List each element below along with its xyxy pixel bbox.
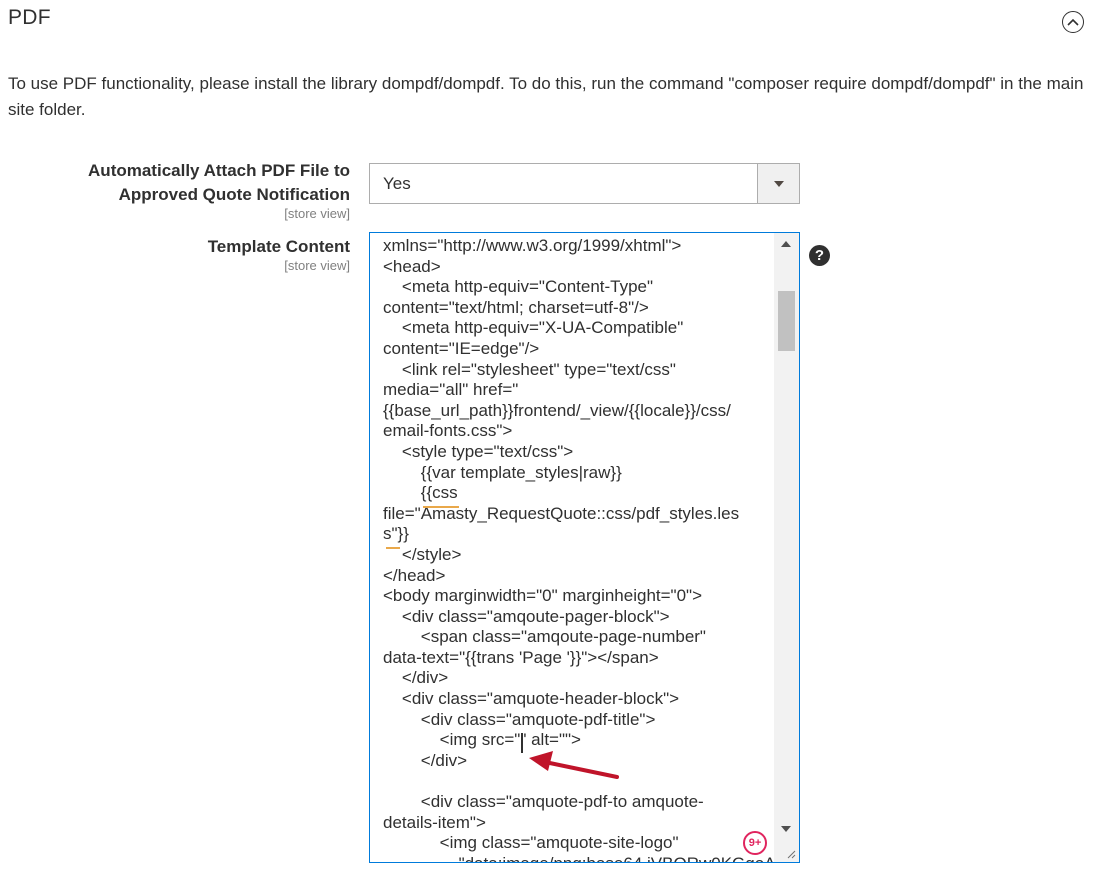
textarea-scrollbar[interactable] [774,233,799,862]
code-line: media="all" href=" [383,380,519,400]
collapse-section-button[interactable] [1062,11,1084,33]
code-line: </div> [383,668,449,688]
attach-pdf-selected-value: Yes [383,173,411,193]
code-line: <meta http-equiv="X-UA-Compatible" [383,318,684,338]
spellcheck-underline [423,506,459,508]
red-arrow-annotation [529,751,619,779]
code-line: <head> [383,256,441,276]
code-line: s"}} [383,524,409,544]
code-line: <link rel="stylesheet" type="text/css" [383,359,676,379]
code-line: <body marginwidth="0" marginheight="0"> [383,586,702,606]
code-line: <span class="amqoute-page-number" [383,627,706,647]
code-line: content="text/html; charset=utf-8"/> [383,297,649,317]
scroll-down-arrow-icon[interactable] [781,826,791,832]
caret-down-icon [773,180,784,187]
code-line: data-text="{{trans 'Page '}}"></span> [383,647,659,667]
code-line: details-item"> [383,812,486,832]
resize-grip-icon[interactable] [786,849,796,859]
code-line: <div class="amquote-pdf-to amquote- [383,792,704,812]
dropdown-toggle[interactable] [757,164,799,203]
code-line: "data:image/png;base64,iVBORw0KGgoAAAA [383,854,799,862]
code-line: xmlns="http://www.w3.org/1999/xhtml"> [383,236,682,255]
dompdf-notice: To use PDF functionality, please install… [8,74,1084,119]
notification-badge[interactable]: 9+ [743,831,767,855]
template-content-scope: [store view] [284,258,350,273]
code-line: email-fonts.css"> [383,421,513,441]
code-line: <style type="text/css"> [383,441,574,461]
code-line: {{css [383,483,458,503]
code-line: <meta http-equiv="Content-Type" [383,277,654,297]
code-line: </head> [383,565,446,585]
scroll-up-arrow-icon[interactable] [781,241,791,247]
scroll-thumb[interactable] [778,291,795,351]
code-line: </style> [383,544,462,564]
attach-pdf-label-line1: Automatically Attach PDF File to [88,161,350,180]
code-line: <div class="amqoute-pager-block"> [383,606,670,626]
template-content-label: Template Content [207,237,350,256]
attach-pdf-scope: [store view] [284,206,350,221]
code-line: <div class="amquote-pdf-title"> [383,709,656,729]
code-line: <div class="amquote-header-block"> [383,689,680,709]
code-line: <img class="amquote-site-logo" [383,833,679,853]
code-line: {{base_url_path}}frontend/_view/{{locale… [383,400,731,420]
code-line: content="IE=edge"/> [383,338,540,358]
attach-pdf-select[interactable]: Yes [369,163,800,204]
spellcheck-underline [386,547,400,549]
question-mark-icon[interactable]: ? [809,245,830,266]
chevron-up-icon [1067,18,1079,26]
attach-pdf-label-line2: Approved Quote Notification [118,185,350,204]
code-line: {{var template_styles|raw}} [383,462,622,482]
section-title: PDF [8,6,51,29]
